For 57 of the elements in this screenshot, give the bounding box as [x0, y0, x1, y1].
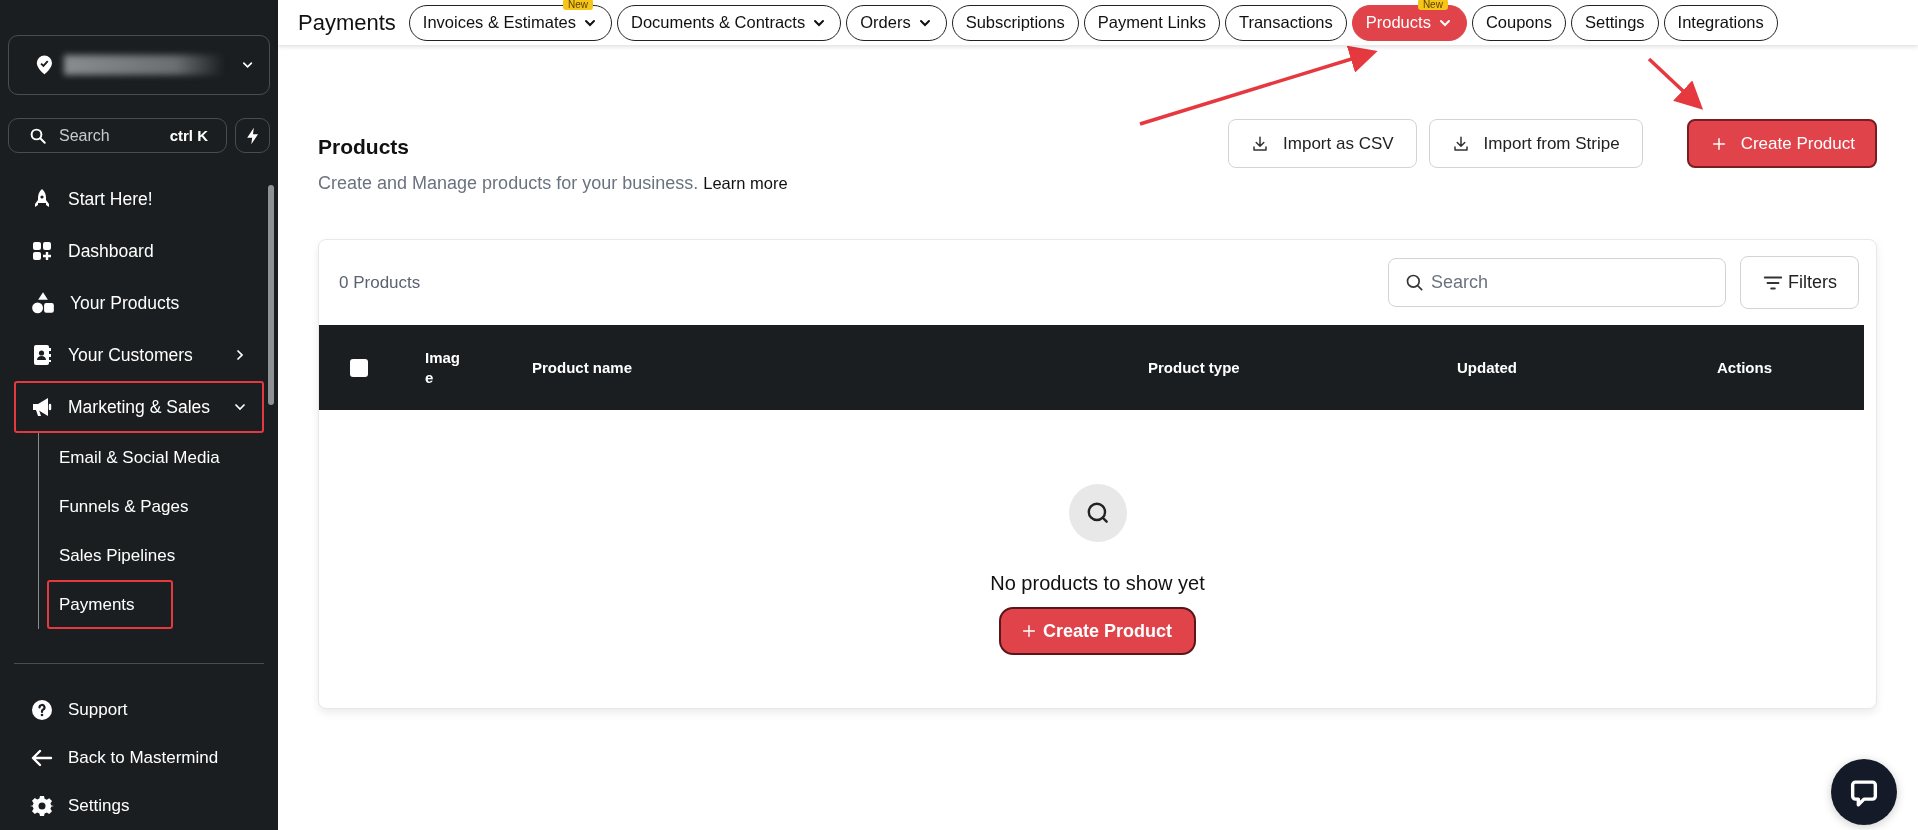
sidebar-subitem[interactable]: Payments: [47, 580, 173, 629]
nav-tab[interactable]: Orders: [846, 4, 947, 41]
create-product-button[interactable]: Create Product: [1686, 119, 1877, 168]
plus-icon: [1020, 623, 1037, 639]
nav-tab[interactable]: Transactions: [1224, 4, 1347, 41]
sidebar-item[interactable]: Settings: [14, 782, 264, 830]
import-button[interactable]: Import from Stripe: [1428, 119, 1643, 168]
nav-tab[interactable]: Documents & Contracts: [616, 4, 842, 41]
sidebar-item[interactable]: Support: [14, 686, 264, 734]
sidebar-subitem[interactable]: Email & Social Media: [47, 433, 232, 482]
plus-icon: [1710, 135, 1727, 152]
select-all-checkbox[interactable]: [350, 358, 368, 377]
sidebar-subitem[interactable]: Sales Pipelines: [47, 531, 188, 580]
search-icon: [29, 126, 47, 145]
annotation-arrow: [1647, 57, 1704, 110]
download-icon: [1251, 134, 1270, 153]
chat-button[interactable]: [1831, 759, 1897, 825]
column-header: Actions: [1717, 359, 1772, 376]
sidebar-item[interactable]: Your Customers: [14, 329, 264, 381]
megaphone-icon: [30, 395, 54, 419]
sidebar-item[interactable]: Marketing & Sales: [14, 381, 264, 433]
keyboard-shortcut: ctrl K: [169, 127, 208, 144]
nav-tab[interactable]: Integrations: [1663, 4, 1778, 41]
column-header: Product name: [532, 359, 634, 376]
nav-tab[interactable]: Coupons: [1471, 4, 1566, 41]
page-description: Create and Manage products for your business. Learn more: [318, 173, 788, 194]
create-product-button[interactable]: Create Product: [998, 607, 1196, 655]
account-switcher[interactable]: [8, 35, 270, 95]
quick-action-button[interactable]: [235, 118, 270, 153]
download-icon: [1451, 134, 1470, 153]
sidebar-item[interactable]: Back to Mastermind: [14, 734, 264, 782]
search-field[interactable]: Search: [1388, 258, 1726, 307]
column-header: Updated: [1457, 359, 1518, 376]
product-count: 0 Products: [339, 272, 422, 293]
help-icon: [30, 698, 54, 722]
search-icon: [1405, 272, 1425, 293]
new-badge: New: [1417, 0, 1448, 10]
page-title: Payments: [298, 9, 396, 36]
grid-plus-icon: [30, 239, 54, 263]
sidebar-item[interactable]: Dashboard: [14, 225, 264, 277]
column-header: Image: [425, 347, 461, 388]
new-badge: New: [562, 0, 593, 10]
settings-icon: [30, 794, 54, 818]
empty-state-message: No products to show yet: [990, 572, 1205, 595]
nav-tab[interactable]: Subscriptions: [951, 4, 1079, 41]
shapes-icon: [30, 290, 56, 316]
nav-tab[interactable]: Payment Links: [1083, 4, 1220, 41]
learn-more-link[interactable]: Learn more: [703, 174, 788, 192]
filters-button[interactable]: Filters: [1740, 256, 1859, 309]
sidebar-item[interactable]: Your Products: [14, 277, 264, 329]
search-field[interactable]: Search ctrl K: [8, 118, 227, 153]
sidebar-subitem[interactable]: Funnels & Pages: [47, 482, 201, 531]
nav-tab[interactable]: Settings: [1570, 4, 1659, 41]
section-title: Products: [318, 135, 410, 159]
column-header: Product type: [1148, 359, 1241, 376]
import-button[interactable]: Import as CSV: [1228, 119, 1417, 168]
sidebar-item[interactable]: Start Here!: [14, 173, 264, 225]
